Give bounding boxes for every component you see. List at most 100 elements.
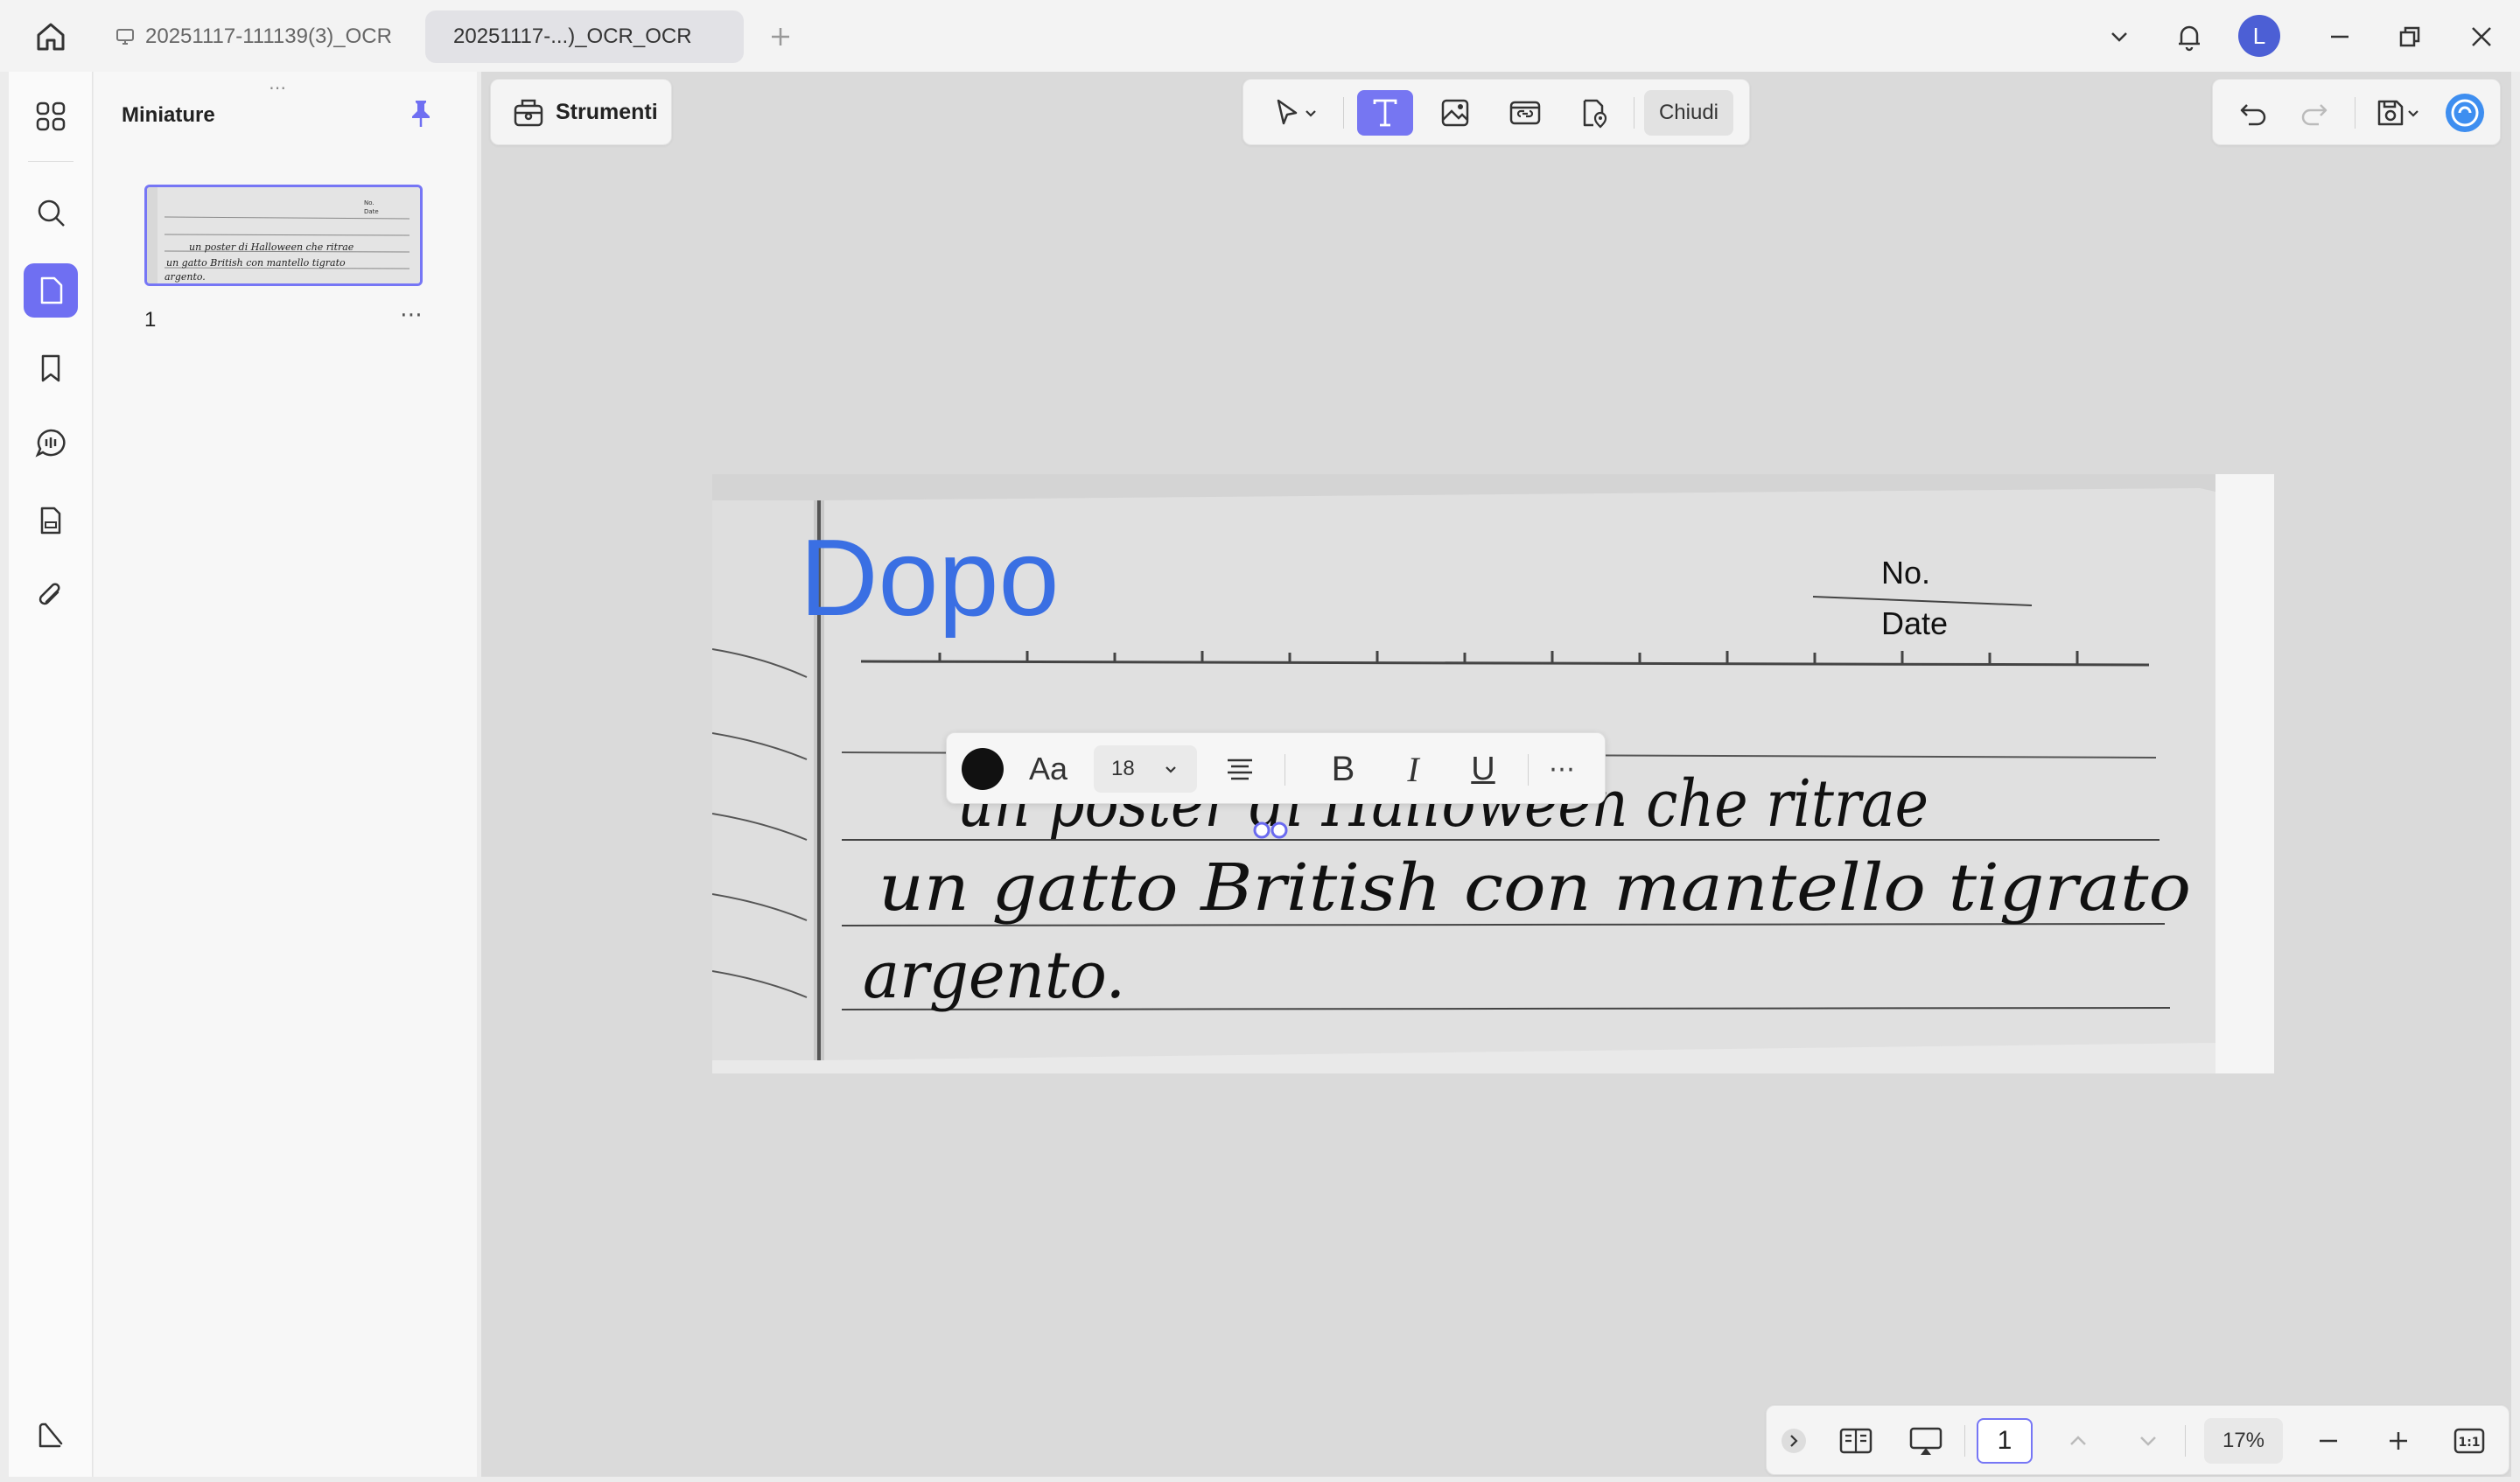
apps-button[interactable] xyxy=(24,89,78,143)
zoom-in-button[interactable] xyxy=(2376,1418,2421,1464)
chevron-down-icon xyxy=(2140,1437,2156,1446)
thumbnails-panel: ⋯ Miniature No. Date un poster di Hallow… xyxy=(94,72,477,1477)
home-icon[interactable] xyxy=(28,14,74,59)
select-tool-button[interactable] xyxy=(1256,90,1334,136)
font-size-value: 18 xyxy=(1111,757,1135,780)
minimize-button[interactable] xyxy=(2317,14,2362,59)
svg-text:Date: Date xyxy=(364,208,379,215)
notifications-button[interactable] xyxy=(2166,14,2212,59)
tab-document-1[interactable]: 20251117-111139(3)_OCR xyxy=(98,10,416,63)
attachments-button[interactable] xyxy=(24,569,78,623)
handwriting-line: un gatto British con mantello tigrato xyxy=(878,850,2191,926)
minimize-icon xyxy=(2331,35,2348,38)
save-button[interactable] xyxy=(2362,90,2435,136)
italic-button[interactable]: I xyxy=(1390,745,1437,793)
next-page-button[interactable] xyxy=(2125,1418,2171,1464)
bold-button[interactable]: B xyxy=(1320,745,1367,793)
comments-button[interactable] xyxy=(24,416,78,471)
text-tool-button[interactable] xyxy=(1357,90,1413,136)
actual-size-button[interactable]: 1:1 xyxy=(2446,1418,2493,1464)
zoom-out-button[interactable] xyxy=(2306,1418,2351,1464)
panel-toggle-icon xyxy=(38,1423,63,1448)
added-text-box[interactable]: Dopo xyxy=(800,516,1059,640)
header-no-label: No. xyxy=(1881,555,1931,591)
ai-assistant-icon xyxy=(2446,94,2484,132)
thumbnails-button[interactable] xyxy=(24,263,78,318)
new-tab-button[interactable] xyxy=(758,14,803,59)
ai-assistant-button[interactable] xyxy=(2439,90,2491,136)
bookmark-icon xyxy=(41,354,60,382)
toolbox-icon xyxy=(514,99,543,127)
undo-button[interactable] xyxy=(2225,90,2281,136)
rail-divider xyxy=(28,161,74,162)
previous-page-button[interactable] xyxy=(2055,1418,2101,1464)
underline-button[interactable]: U xyxy=(1460,745,1507,793)
restore-button[interactable] xyxy=(2387,14,2432,59)
text-color-button[interactable] xyxy=(959,745,1006,793)
tools-label: Strumenti xyxy=(556,99,658,124)
color-swatch xyxy=(962,748,1004,790)
link-icon xyxy=(1509,101,1541,125)
monitor-icon xyxy=(116,29,134,45)
presentation-button[interactable] xyxy=(1898,1418,1954,1464)
toolbar-divider xyxy=(2185,1425,2186,1457)
page-number-input[interactable]: 1 xyxy=(1977,1418,2033,1464)
align-button[interactable] xyxy=(1216,745,1264,793)
paperclip-icon xyxy=(38,583,60,605)
bottom-navigation-bar: 1 17% 1:1 xyxy=(1766,1405,2510,1475)
chevron-right-icon xyxy=(1782,1429,1806,1453)
bookmarks-button[interactable] xyxy=(24,341,78,395)
text-icon xyxy=(1373,99,1397,127)
font-size-select[interactable]: 18 xyxy=(1094,745,1197,793)
edit-toolbar: Chiudi xyxy=(1242,79,1750,145)
actual-size-icon: 1:1 xyxy=(2454,1428,2485,1454)
image-tool-button[interactable] xyxy=(1427,90,1483,136)
thumbnail-page-number: 1 xyxy=(144,308,157,332)
pin-icon xyxy=(412,101,430,127)
collapse-bar-button[interactable] xyxy=(1775,1418,1812,1464)
close-window-button[interactable] xyxy=(2459,14,2504,59)
chevron-up-icon xyxy=(2070,1436,2086,1445)
search-button[interactable] xyxy=(24,185,78,240)
align-center-icon xyxy=(1228,758,1252,780)
save-icon xyxy=(2377,100,2404,126)
presentation-icon xyxy=(1909,1427,1942,1455)
zoom-level-select[interactable]: 17% xyxy=(2204,1418,2283,1464)
forms-button[interactable] xyxy=(24,493,78,548)
handwriting-line: argento. xyxy=(863,938,1125,1013)
text-format-toolbar: Aa 18 B I U ⋯ xyxy=(946,732,1606,804)
form-icon xyxy=(40,507,61,535)
more-options-button[interactable]: ⋯ xyxy=(1538,745,1586,793)
image-icon xyxy=(1441,99,1469,127)
svg-text:1:1: 1:1 xyxy=(2458,1436,2480,1450)
tab-document-2[interactable]: 20251117-...)_OCR_OCR xyxy=(425,10,744,63)
location-pin-icon xyxy=(1583,99,1607,129)
page-thumbnail[interactable]: No. Date un poster di Halloween che ritr… xyxy=(144,185,423,286)
search-icon xyxy=(38,199,65,227)
page-layout-button[interactable] xyxy=(1828,1418,1884,1464)
header-date-label: Date xyxy=(1881,605,1949,641)
tab-title: 20251117-...)_OCR_OCR xyxy=(453,24,692,48)
close-edit-button[interactable]: Chiudi xyxy=(1644,90,1733,136)
watermark-tool-button[interactable] xyxy=(1565,90,1621,136)
title-bar: 20251117-111139(3)_OCR 20251117-...)_OCR… xyxy=(0,0,2520,72)
minus-icon xyxy=(2320,1439,2337,1443)
book-layout-icon xyxy=(1839,1428,1872,1454)
panel-title: Miniature xyxy=(122,103,215,127)
comment-icon xyxy=(35,429,66,458)
redo-button[interactable] xyxy=(2286,90,2342,136)
tab-list-button[interactable] xyxy=(2096,14,2142,59)
toolbar-divider xyxy=(1284,754,1285,786)
svg-text:argento.: argento. xyxy=(164,271,206,283)
link-tool-button[interactable] xyxy=(1497,90,1553,136)
resize-grip[interactable]: ⋯ xyxy=(269,77,288,99)
pin-panel-button[interactable] xyxy=(403,96,438,131)
tools-button[interactable]: Strumenti xyxy=(490,79,672,145)
avatar[interactable]: L xyxy=(2238,15,2280,57)
thumbnail-more-button[interactable]: ⋯ xyxy=(400,301,424,328)
restore-icon xyxy=(2399,26,2420,47)
font-family-button[interactable]: Aa xyxy=(1022,745,1074,793)
toolbar-divider xyxy=(2355,97,2356,129)
toolbar-divider xyxy=(1343,97,1344,129)
sidebar-toggle-button[interactable] xyxy=(24,1409,78,1463)
